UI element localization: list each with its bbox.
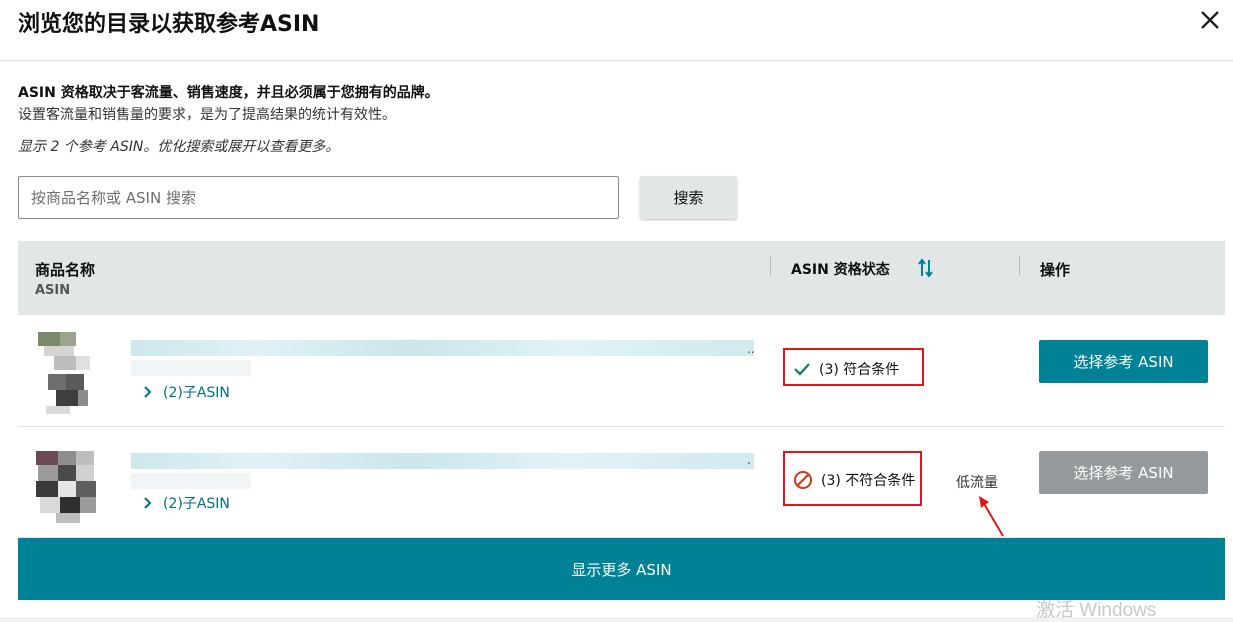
- chevron-right-icon: [144, 386, 152, 398]
- search-input[interactable]: [18, 176, 619, 219]
- child-asin-toggle[interactable]: (2)子ASIN: [143, 493, 230, 513]
- product-title-blurred: [131, 360, 251, 376]
- product-title-blurred: [131, 340, 754, 356]
- status-text: (3) 不符合条件: [821, 473, 916, 489]
- ellipsis: ..: [747, 342, 755, 356]
- select-reference-asin-button[interactable]: 选择参考 ASIN: [1039, 340, 1208, 383]
- low-traffic-annotation: 低流量: [956, 475, 998, 491]
- modal-title: 浏览您的目录以获取参考ASIN: [18, 12, 320, 37]
- prohibited-icon: [794, 471, 812, 489]
- column-header-asin: ASIN: [35, 283, 71, 298]
- column-header-status: ASIN 资格状态: [791, 262, 890, 278]
- product-title-blurred: [131, 453, 754, 469]
- table-row: .. (2)子ASIN (3) 符合条件 选择参考 ASIN: [18, 316, 1225, 427]
- table-row: . (2)子ASIN (3) 不符合条件 低流量 选择参考 ASIN: [18, 427, 1225, 538]
- status-eligible: (3) 符合条件: [793, 359, 899, 379]
- requirement-description: 设置客流量和销售量的要求，是为了提高结果的统计有效性。: [18, 107, 396, 123]
- asin-browse-modal: 浏览您的目录以获取参考ASIN ASIN 资格取决于客流量、销售速度，并且必须属…: [0, 0, 1233, 617]
- search-button[interactable]: 搜索: [640, 176, 737, 219]
- product-thumbnail: [36, 451, 96, 523]
- column-header-product-name: 商品名称: [35, 261, 96, 279]
- check-icon: [794, 363, 810, 376]
- close-icon[interactable]: [1197, 7, 1223, 33]
- sort-icon[interactable]: [916, 256, 936, 280]
- product-title-blurred: [131, 473, 251, 489]
- status-text: (3) 符合条件: [819, 362, 900, 378]
- windows-activation-watermark: 激活 Windows: [1036, 600, 1157, 621]
- product-thumbnail: [38, 332, 90, 414]
- eligibility-description: ASIN 资格取决于客流量、销售速度，并且必须属于您拥有的品牌。: [18, 85, 439, 101]
- child-asin-label: (2)子ASIN: [163, 385, 230, 401]
- select-reference-asin-button-disabled[interactable]: 选择参考 ASIN: [1039, 451, 1208, 494]
- ellipsis: .: [747, 453, 751, 467]
- column-header-action: 操作: [1040, 261, 1071, 279]
- child-asin-toggle[interactable]: (2)子ASIN: [143, 382, 230, 402]
- column-divider: [1019, 256, 1020, 276]
- show-more-asin-button[interactable]: 显示更多 ASIN: [18, 538, 1225, 600]
- chevron-right-icon: [144, 497, 152, 509]
- status-ineligible: (3) 不符合条件: [793, 470, 915, 490]
- red-arrow-annotation: [979, 496, 1004, 537]
- result-count-note: 显示 2 个参考 ASIN。优化搜索或展开以查看更多。: [18, 139, 340, 155]
- modal-header: 浏览您的目录以获取参考ASIN: [0, 0, 1233, 61]
- column-divider: [770, 256, 771, 276]
- child-asin-label: (2)子ASIN: [163, 496, 230, 512]
- table-header: 商品名称 ASIN ASIN 资格状态 操作: [18, 241, 1225, 315]
